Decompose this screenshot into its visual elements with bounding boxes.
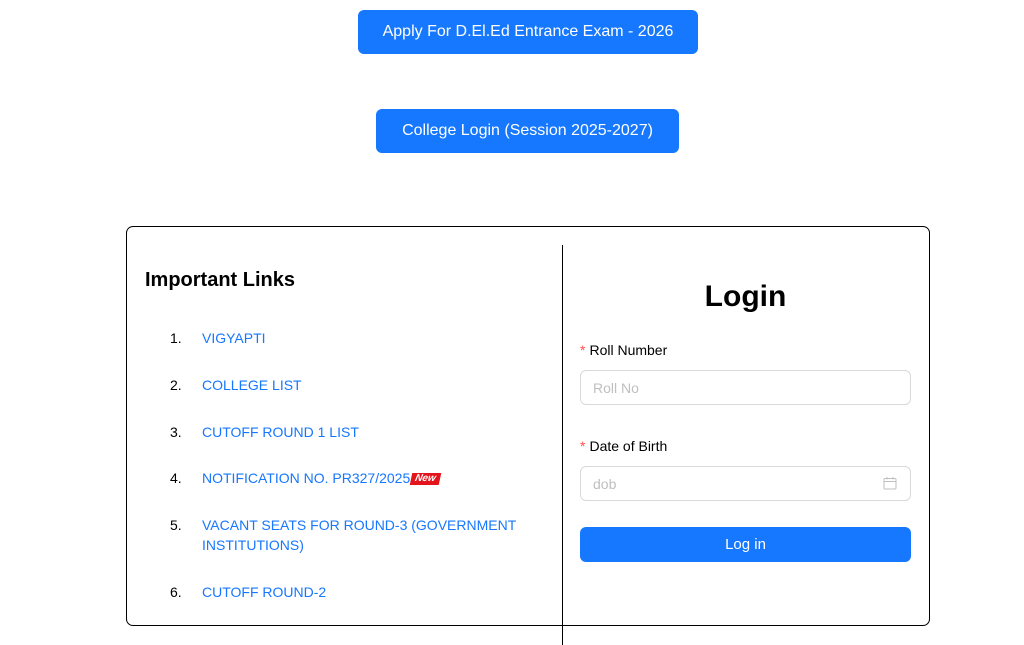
dob-label: * Date of Birth bbox=[580, 436, 667, 456]
list-item-number: 2. bbox=[170, 377, 182, 393]
list-item: 1. VIGYAPTI bbox=[170, 328, 550, 348]
login-title: Login bbox=[704, 280, 787, 313]
dob-input[interactable] bbox=[580, 466, 911, 501]
roll-number-label: * Roll Number bbox=[580, 340, 667, 360]
link-cutoff-round-2[interactable]: CUTOFF ROUND-2 bbox=[202, 582, 326, 602]
link-notification[interactable]: NOTIFICATION NO. PR327/2025 bbox=[202, 470, 410, 486]
link-cutoff-round-1[interactable]: CUTOFF ROUND 1 LIST bbox=[202, 422, 359, 442]
calendar-icon[interactable] bbox=[883, 476, 897, 490]
list-item-number: 5. bbox=[170, 517, 182, 533]
required-mark: * bbox=[580, 438, 586, 454]
dob-label-text: Date of Birth bbox=[589, 438, 668, 454]
list-item-number: 6. bbox=[170, 584, 182, 600]
list-item: 4. NOTIFICATION NO. PR327/2025 New bbox=[170, 468, 550, 488]
roll-number-label-text: Roll Number bbox=[589, 342, 668, 358]
link-college-list[interactable]: COLLEGE LIST bbox=[202, 375, 302, 395]
roll-number-input[interactable] bbox=[580, 370, 911, 405]
college-login-button[interactable]: College Login (Session 2025-2027) bbox=[376, 109, 679, 153]
login-submit-button[interactable]: Log in bbox=[580, 527, 911, 562]
link-vacant-seats[interactable]: VACANT SEATS FOR ROUND-3 (GOVERNMENT INS… bbox=[202, 515, 532, 555]
list-item-number: 3. bbox=[170, 424, 182, 440]
link-vigyapti[interactable]: VIGYAPTI bbox=[202, 328, 266, 348]
card-divider bbox=[562, 245, 563, 645]
required-mark: * bbox=[580, 342, 586, 358]
list-item-number: 4. bbox=[170, 470, 182, 486]
list-item-number: 1. bbox=[170, 330, 182, 346]
apply-entrance-exam-button[interactable]: Apply For D.El.Ed Entrance Exam - 2026 bbox=[358, 10, 698, 54]
new-badge: New bbox=[409, 473, 442, 485]
list-item: 3. CUTOFF ROUND 1 LIST bbox=[170, 422, 550, 442]
important-links-title: Important Links bbox=[145, 269, 296, 291]
list-item: 2. COLLEGE LIST bbox=[170, 375, 550, 395]
list-item: 6. CUTOFF ROUND-2 bbox=[170, 582, 550, 602]
list-item: 5. VACANT SEATS FOR ROUND-3 (GOVERNMENT … bbox=[170, 515, 550, 555]
